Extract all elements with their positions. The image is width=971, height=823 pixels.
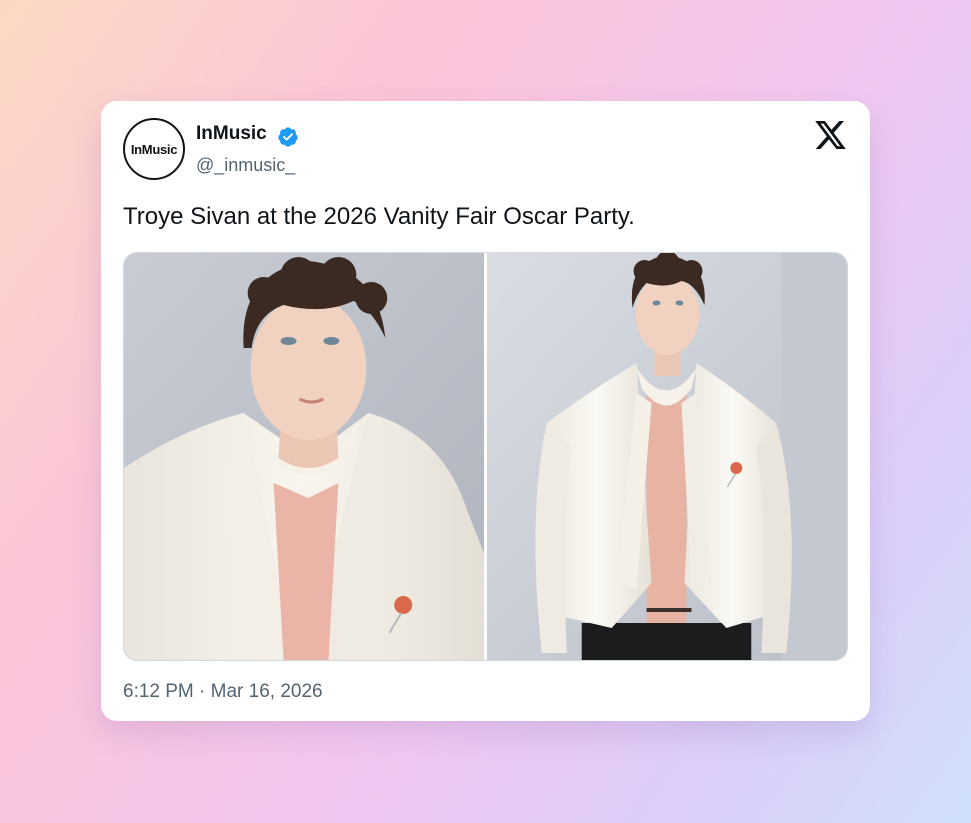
avatar[interactable]: InMusic [123,118,185,180]
x-logo-icon[interactable] [815,121,846,149]
tweet-timestamp[interactable]: 6:12 PM · Mar 16, 2026 [123,681,323,703]
user-handle[interactable]: @_inmusic_ [196,155,295,176]
display-name[interactable]: InMusic [196,123,267,145]
tweet-text: Troye Sivan at the 2026 Vanity Fair Osca… [123,203,635,230]
verified-badge-icon [278,127,298,147]
avatar-logo-text: InMusic [130,141,178,157]
tweet-media-grid [123,252,848,661]
photo-closeup[interactable] [124,253,484,660]
tweet-card: InMusic InMusic @_inmusic_ Troye Sivan a… [101,101,870,721]
photo-full-length[interactable] [487,253,847,660]
